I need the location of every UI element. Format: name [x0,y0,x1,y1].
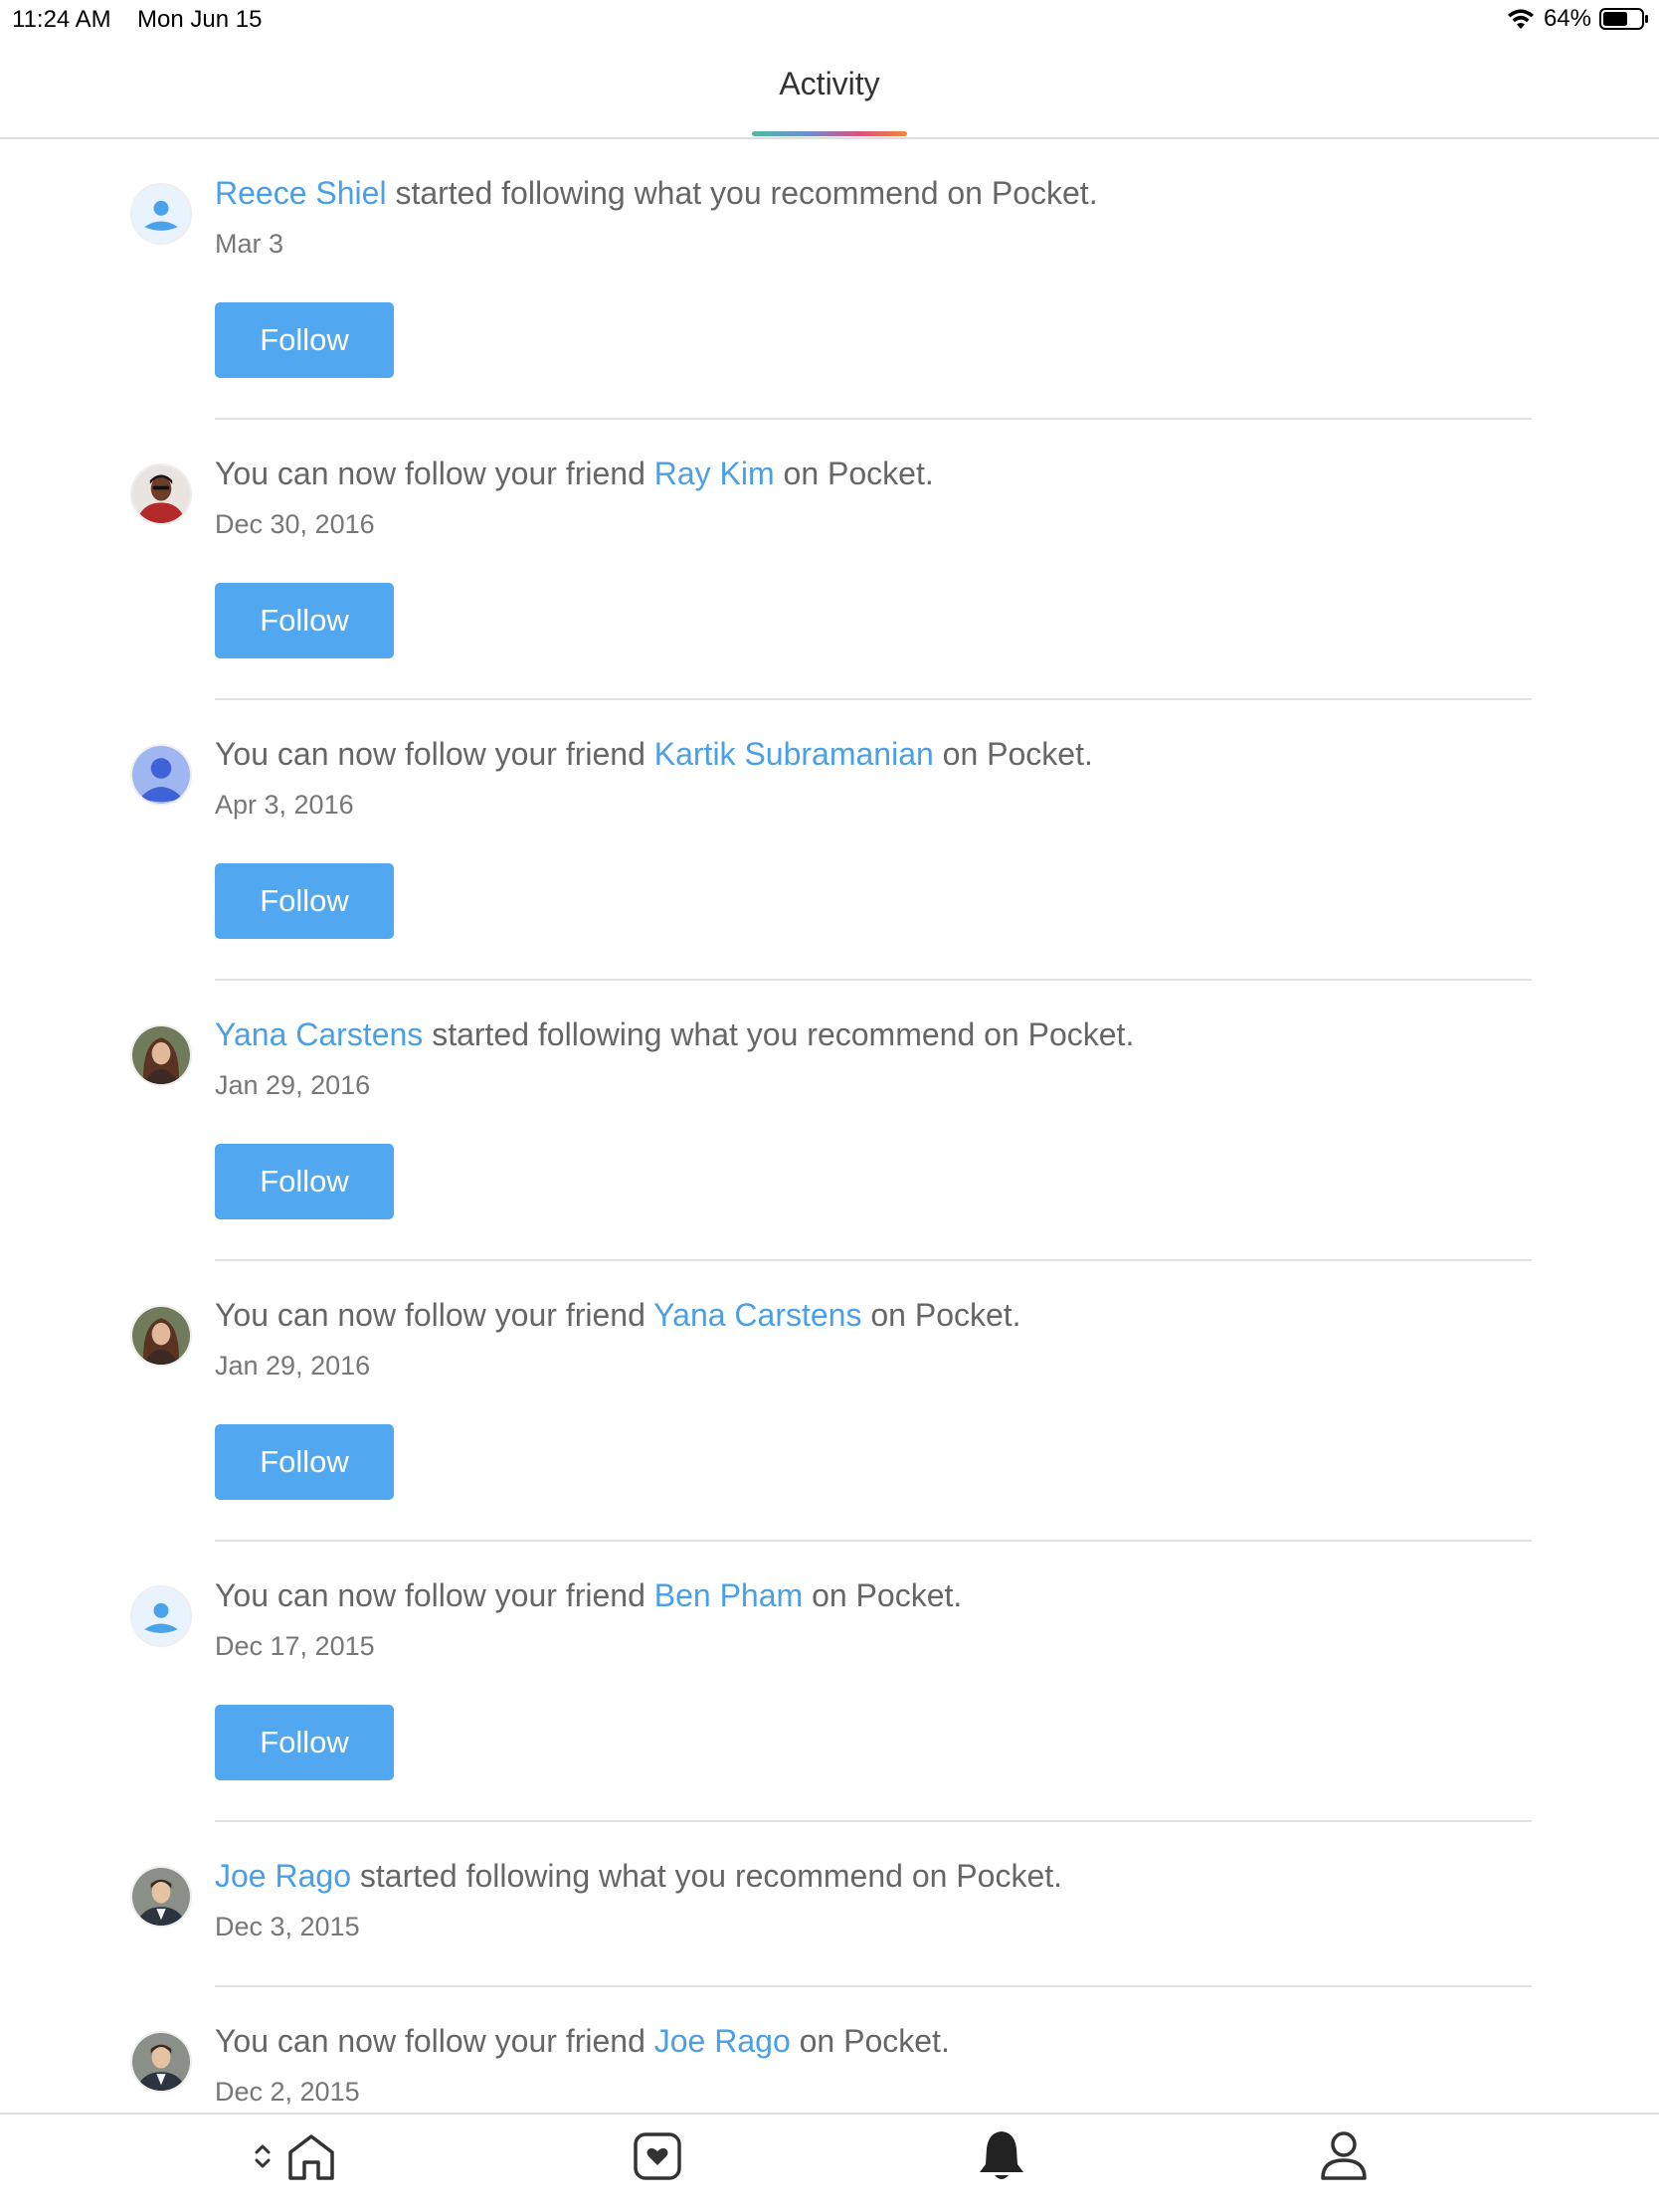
follow-button[interactable]: Follow [215,1705,394,1780]
activity-text-prefix: You can now follow your friend [215,2023,654,2059]
follow-button[interactable]: Follow [215,302,394,378]
activity-text: Joe Rago started following what you reco… [215,1858,1062,1895]
activity-item: Reece Shiel started following what you r… [0,139,1659,420]
avatar[interactable] [130,2031,192,2093]
avatar[interactable] [130,183,192,245]
activity-text: You can now follow your friend Yana Cars… [215,1297,1021,1334]
tab-bar [0,2113,1659,2212]
activity-text: You can now follow your friend Kartik Su… [215,736,1093,773]
activity-date: Apr 3, 2016 [215,790,354,820]
activity-text-suffix: started following what you recommend on … [423,1016,1135,1052]
photo-avatar [132,1307,190,1365]
status-indicators: 64% [1506,5,1649,33]
battery-percent: 64% [1543,5,1591,32]
avatar[interactable] [130,463,192,525]
tab-home[interactable] [253,2128,338,2188]
friend-name-link[interactable]: Yana Carstens [215,1016,423,1052]
friend-name-link[interactable]: Kartik Subramanian [654,736,934,772]
activity-text-prefix: You can now follow your friend [215,456,654,491]
tab-profile[interactable] [1319,2128,1369,2188]
activity-text-suffix: started following what you recommend on … [350,1858,1063,1894]
status-date: Mon Jun 15 [137,6,263,33]
friend-name-link[interactable]: Joe Rago [654,2023,791,2059]
activity-item: Yana Carstens started following what you… [0,981,1659,1261]
activity-item: You can now follow your friend Joe Rago … [0,1987,1659,2113]
status-time: 11:24 AM [12,6,111,33]
avatar[interactable] [130,1585,192,1647]
tab-saves[interactable] [633,2128,682,2188]
activity-date: Jan 29, 2016 [215,1070,371,1100]
activity-text-prefix: You can now follow your friend [215,736,654,772]
activity-text: You can now follow your friend Ray Kim o… [215,456,934,492]
activity-date: Dec 3, 2015 [215,1912,360,1941]
friend-name-link[interactable]: Yana Carstens [653,1297,861,1333]
activity-date: Jan 29, 2016 [215,1351,371,1381]
activity-text: Reece Shiel started following what you r… [215,175,1098,212]
default-user-icon [132,1587,190,1645]
activity-item: Joe Rago started following what you reco… [0,1822,1659,1987]
avatar[interactable] [130,1866,192,1928]
default-user-icon [132,746,190,804]
friend-name-link[interactable]: Ray Kim [654,456,775,491]
default-user-icon [132,185,190,243]
friend-name-link[interactable]: Joe Rago [215,1858,351,1894]
activity-text: You can now follow your friend Joe Rago … [215,2023,950,2060]
activity-feed[interactable]: Reece Shiel started following what you r… [0,139,1659,2113]
photo-avatar [132,1868,190,1926]
activity-text: Yana Carstens started following what you… [215,1016,1134,1053]
activity-item: You can now follow your friend Kartik Su… [0,700,1659,981]
photo-avatar [132,1026,190,1084]
wifi-icon [1506,7,1536,31]
activity-text: You can now follow your friend Ben Pham … [215,1577,962,1614]
follow-button[interactable]: Follow [215,863,394,939]
avatar[interactable] [130,1305,192,1367]
activity-text-suffix: on Pocket. [861,1297,1021,1333]
follow-button[interactable]: Follow [215,1144,394,1219]
battery-icon [1599,7,1649,31]
page-title: Activity [779,66,880,101]
avatar[interactable] [130,1024,192,1086]
profile-icon [1321,2131,1367,2180]
activity-text-suffix: on Pocket. [803,1577,963,1613]
title-underline [752,131,907,136]
friend-name-link[interactable]: Reece Shiel [215,175,387,211]
follow-button[interactable]: Follow [215,583,394,658]
avatar[interactable] [130,744,192,806]
activity-date: Dec 30, 2016 [215,509,375,539]
activity-item: You can now follow your friend Ray Kim o… [0,420,1659,700]
header: Activity [0,40,1659,139]
activity-date: Mar 3 [215,229,284,259]
follow-button[interactable]: Follow [215,1424,394,1500]
activity-date: Dec 17, 2015 [215,1631,375,1661]
activity-date: Dec 2, 2015 [215,2077,360,2107]
home-icon [255,2134,334,2180]
photo-avatar [132,2033,190,2091]
activity-text-suffix: on Pocket. [933,736,1093,772]
activity-screen: 11:24 AM Mon Jun 15 64% Activity Reece S… [0,0,1659,2212]
tab-activity[interactable] [977,2128,1026,2188]
pocket-icon [634,2132,681,2180]
activity-text-suffix: started following what you recommend on … [386,175,1098,211]
activity-item: You can now follow your friend Ben Pham … [0,1542,1659,1822]
photo-avatar [132,465,190,523]
bell-icon [980,2131,1023,2179]
activity-text-suffix: on Pocket. [774,456,934,491]
friend-name-link[interactable]: Ben Pham [654,1577,803,1613]
activity-text-prefix: You can now follow your friend [215,1297,654,1333]
activity-text-suffix: on Pocket. [790,2023,950,2059]
activity-item: You can now follow your friend Yana Cars… [0,1261,1659,1542]
activity-text-prefix: You can now follow your friend [215,1577,654,1613]
status-bar: 11:24 AM Mon Jun 15 64% [0,0,1659,40]
